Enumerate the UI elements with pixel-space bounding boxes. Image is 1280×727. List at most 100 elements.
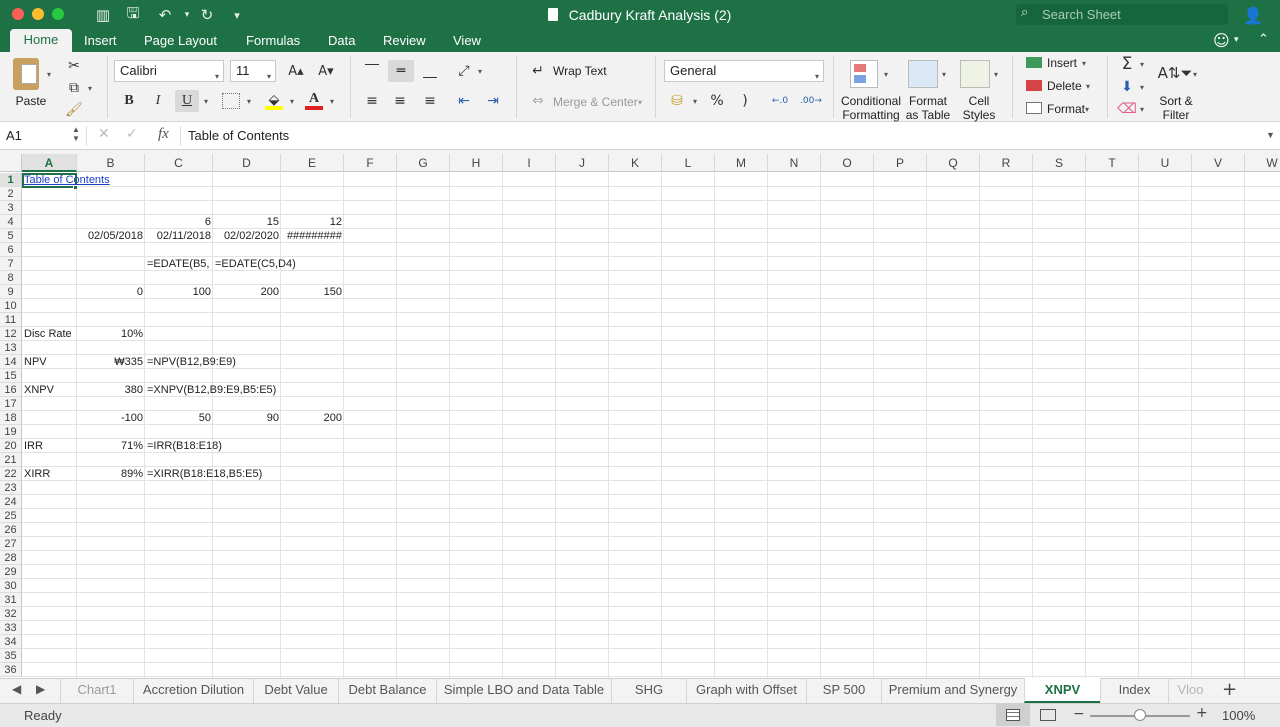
- sheet-tab-accretion-dilution[interactable]: Accretion Dilution: [133, 678, 253, 703]
- increase-font-size-icon[interactable]: A▴: [283, 60, 309, 82]
- column-header-n[interactable]: N: [768, 154, 821, 172]
- column-header-v[interactable]: V: [1192, 154, 1245, 172]
- row-header-36[interactable]: 36: [0, 663, 22, 677]
- column-header-w[interactable]: W: [1245, 154, 1280, 172]
- zoom-in-icon[interactable]: +: [1196, 705, 1208, 721]
- accounting-format-icon[interactable]: ⛁: [666, 90, 688, 112]
- format-button[interactable]: Format: [1047, 102, 1085, 116]
- fill-color-dropdown-icon[interactable]: ▾: [290, 97, 294, 106]
- decrease-decimal-icon[interactable]: .00→: [797, 90, 825, 112]
- row-header-9[interactable]: 9: [0, 285, 22, 299]
- decrease-indent-icon[interactable]: ⇤: [452, 90, 476, 112]
- fill-dropdown-icon[interactable]: ▾: [1140, 83, 1144, 92]
- column-header-r[interactable]: R: [980, 154, 1033, 172]
- align-bottom-icon[interactable]: ⎽: [418, 60, 442, 82]
- cell-d4[interactable]: 15: [213, 215, 281, 229]
- cell-b12[interactable]: 10%: [77, 327, 145, 341]
- cell-c16[interactable]: =XNPV(B12,B9:E9,B5:E5): [145, 383, 276, 397]
- copy-dropdown-icon[interactable]: ▾: [88, 84, 92, 93]
- column-header-f[interactable]: F: [344, 154, 397, 172]
- customize-toolbar-icon[interactable]: ▾: [226, 5, 248, 25]
- sheet-tab-debt-balance[interactable]: Debt Balance: [338, 678, 436, 703]
- tab-page-layout[interactable]: Page Layout: [144, 30, 217, 52]
- sheet-tab-index[interactable]: Index: [1100, 678, 1168, 703]
- cell-c9[interactable]: 100: [145, 285, 213, 299]
- cell-a22[interactable]: XIRR: [22, 467, 77, 481]
- sort-filter-icon[interactable]: A⇅⏷: [1156, 58, 1194, 88]
- cell-c14[interactable]: =NPV(B12,B9:E9): [145, 355, 236, 369]
- row-header-32[interactable]: 32: [0, 607, 22, 621]
- tab-home[interactable]: Home: [10, 29, 72, 52]
- sort-filter-dropdown-icon[interactable]: ▾: [1193, 70, 1197, 79]
- row-header-2[interactable]: 2: [0, 187, 22, 201]
- row-header-7[interactable]: 7: [0, 257, 22, 271]
- expand-formula-bar-icon[interactable]: ▼: [1266, 130, 1275, 140]
- merge-dropdown-icon[interactable]: ▾: [638, 98, 642, 107]
- format-as-table-dropdown-icon[interactable]: ▾: [942, 70, 946, 79]
- collapse-ribbon-icon[interactable]: ⌃: [1258, 32, 1269, 47]
- sheet-tab-chart1[interactable]: Chart1: [60, 678, 133, 703]
- name-box-stepper-icon[interactable]: ▲ ▼: [72, 125, 80, 143]
- borders-dropdown-icon[interactable]: ▾: [247, 97, 251, 106]
- cell-e9[interactable]: 150: [281, 285, 344, 299]
- tab-review[interactable]: Review: [383, 30, 426, 52]
- cell-d7[interactable]: =EDATE(C5,D4): [213, 257, 296, 271]
- underline-dropdown-icon[interactable]: ▾: [204, 97, 208, 106]
- cell-b18[interactable]: -100: [77, 411, 145, 425]
- row-header-21[interactable]: 21: [0, 453, 22, 467]
- cell-c18[interactable]: 50: [145, 411, 213, 425]
- column-header-p[interactable]: P: [874, 154, 927, 172]
- column-header-h[interactable]: H: [450, 154, 503, 172]
- format-cells-icon[interactable]: [1026, 102, 1042, 114]
- cell-e5[interactable]: #########: [281, 229, 344, 243]
- row-header-33[interactable]: 33: [0, 621, 22, 635]
- align-middle-icon[interactable]: ═: [388, 60, 414, 82]
- cell-a16[interactable]: XNPV: [22, 383, 77, 397]
- cell-styles-label[interactable]: Cell Styles: [958, 94, 1000, 122]
- share-person-icon[interactable]: 👤: [1242, 5, 1264, 25]
- row-header-10[interactable]: 10: [0, 299, 22, 313]
- column-header-g[interactable]: G: [397, 154, 450, 172]
- autosum-icon[interactable]: Σ: [1116, 53, 1138, 75]
- wrap-text-icon[interactable]: ↵: [528, 60, 548, 82]
- column-header-t[interactable]: T: [1086, 154, 1139, 172]
- column-header-k[interactable]: K: [609, 154, 662, 172]
- cell-a14[interactable]: NPV: [22, 355, 77, 369]
- cell-d18[interactable]: 90: [213, 411, 281, 425]
- decrease-font-size-icon[interactable]: A▾: [313, 60, 339, 82]
- redo-icon[interactable]: ↻: [196, 5, 218, 25]
- row-header-15[interactable]: 15: [0, 369, 22, 383]
- cell-e18[interactable]: 200: [281, 411, 344, 425]
- sheet-tab-xnpv[interactable]: XNPV: [1024, 678, 1100, 703]
- cell-a12[interactable]: Disc Rate: [22, 327, 77, 341]
- cell-a20[interactable]: IRR: [22, 439, 77, 453]
- normal-view-button[interactable]: [996, 704, 1030, 726]
- align-top-icon[interactable]: ⎺: [360, 60, 384, 82]
- column-header-l[interactable]: L: [662, 154, 715, 172]
- delete-dropdown-icon[interactable]: ▾: [1086, 82, 1090, 91]
- format-as-table-icon[interactable]: [908, 60, 938, 88]
- format-dropdown-icon[interactable]: ▾: [1085, 105, 1089, 114]
- font-name-select[interactable]: Calibri ▾: [114, 60, 224, 82]
- row-header-8[interactable]: 8: [0, 271, 22, 285]
- number-format-select[interactable]: General ▾: [664, 60, 824, 82]
- row-header-4[interactable]: 4: [0, 215, 22, 229]
- cell-e4[interactable]: 12: [281, 215, 344, 229]
- cancel-formula-icon[interactable]: ✕: [98, 126, 110, 142]
- tab-view[interactable]: View: [453, 30, 481, 52]
- tab-formulas[interactable]: Formulas: [246, 30, 300, 52]
- cell-styles-icon[interactable]: [960, 60, 990, 88]
- row-header-13[interactable]: 13: [0, 341, 22, 355]
- conditional-formatting-dropdown-icon[interactable]: ▾: [884, 70, 888, 79]
- cell-c7[interactable]: =EDATE(B5,: [145, 257, 213, 271]
- wrap-text-button[interactable]: Wrap Text: [553, 64, 607, 78]
- previous-sheet-arrow-icon[interactable]: ◀: [12, 682, 21, 696]
- cut-scissors-icon[interactable]: ✂: [63, 55, 85, 77]
- cell-d5[interactable]: 02/02/2020: [213, 229, 281, 243]
- row-header-22[interactable]: 22: [0, 467, 22, 481]
- row-header-3[interactable]: 3: [0, 201, 22, 215]
- row-header-23[interactable]: 23: [0, 481, 22, 495]
- column-header-i[interactable]: I: [503, 154, 556, 172]
- clear-eraser-icon[interactable]: ⌫: [1116, 98, 1138, 120]
- insert-cells-icon[interactable]: [1026, 57, 1042, 68]
